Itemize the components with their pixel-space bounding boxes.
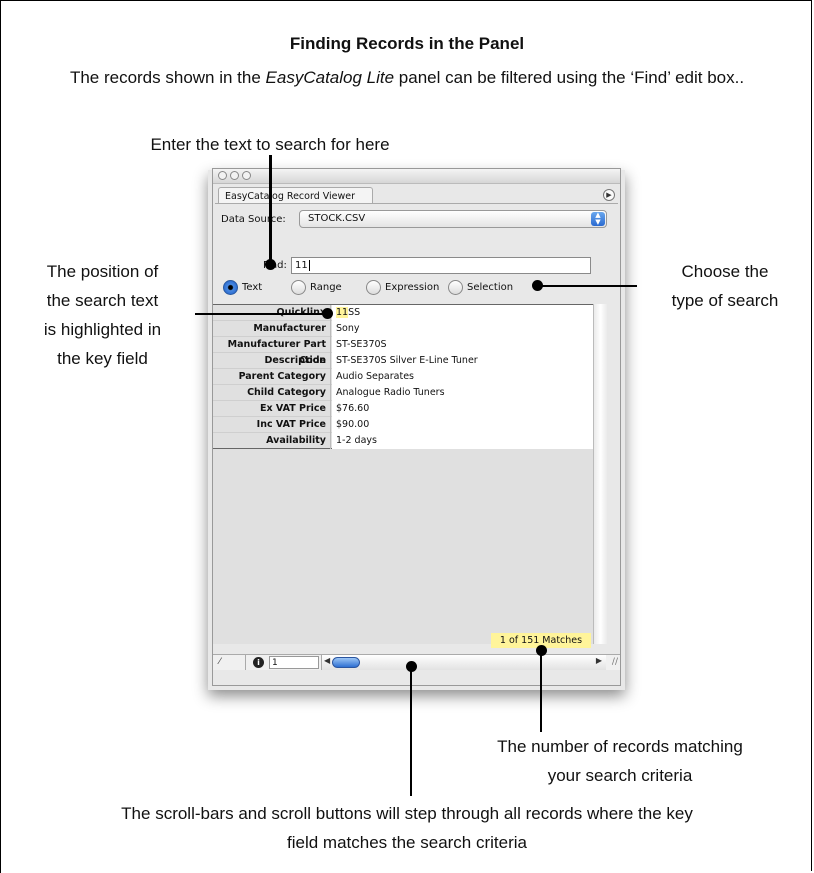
- leader-line-scroll: [410, 666, 412, 796]
- radio-expression[interactable]: [366, 280, 381, 295]
- field-value[interactable]: Sony: [332, 321, 593, 337]
- leader-dot-position: [322, 308, 333, 319]
- intro-part1: The records shown in the: [69, 68, 266, 87]
- annotation-choose-line1: Choose the: [681, 262, 769, 281]
- close-window-button[interactable]: [218, 171, 227, 180]
- data-source-value: STOCK.CSV: [308, 213, 366, 224]
- find-input-value: 11: [295, 260, 308, 271]
- annotation-scroll-line2: field matches the search criteria: [287, 833, 527, 852]
- radio-selection-label: Selection: [467, 282, 514, 293]
- resize-grip-icon[interactable]: ∕∕: [612, 657, 618, 667]
- leader-line-find: [269, 155, 272, 265]
- annotation-choose-line2: type of search: [671, 291, 779, 310]
- field-row-part-code: Manufacturer Part Code ST-SE370S: [213, 337, 593, 366]
- leader-dot-find: [265, 259, 276, 270]
- annotation-scroll-line1: The scroll-bars and scroll buttons will …: [121, 804, 693, 823]
- annotation-position-line4: the key field: [57, 349, 148, 368]
- chevron-updown-icon: ▲ ▼: [591, 212, 605, 226]
- annotation-number-line1: The number of records matching: [497, 737, 743, 756]
- field-value[interactable]: $90.00: [332, 417, 593, 433]
- field-value[interactable]: Audio Separates: [332, 369, 593, 385]
- field-value-rest: SS: [348, 307, 361, 318]
- record-viewer-panel: EasyCatalog Record Viewer ▶ Data Source:…: [212, 168, 621, 686]
- radio-selection[interactable]: [448, 280, 463, 295]
- field-key: Manufacturer Part Code: [213, 337, 331, 366]
- field-key: Description: [213, 353, 331, 369]
- field-row-availability: Availability 1-2 days: [213, 433, 593, 449]
- field-row-inc-vat-price: Inc VAT Price $90.00: [213, 417, 593, 433]
- search-highlight: 11: [336, 307, 349, 318]
- field-key: Child Category: [213, 385, 331, 401]
- field-key: Inc VAT Price: [213, 417, 331, 433]
- panel-menu-icon[interactable]: ▶: [603, 189, 615, 201]
- record-scrollbar[interactable]: ◀ ▶: [321, 655, 606, 670]
- edit-pencil-icon[interactable]: ⁄: [219, 655, 246, 670]
- panel-titlebar[interactable]: [213, 169, 620, 184]
- field-key: Parent Category: [213, 369, 331, 385]
- annotation-number-line2: your search criteria: [547, 766, 693, 785]
- annotation-position-line1: The position of: [46, 262, 159, 281]
- info-icon[interactable]: i: [253, 657, 264, 668]
- record-number-field[interactable]: 1: [269, 656, 319, 669]
- zoom-window-button[interactable]: [242, 171, 251, 180]
- intro-part2: panel can be filtered using the ‘Find’ e…: [394, 68, 745, 87]
- field-key: Ex VAT Price: [213, 401, 331, 417]
- radio-text-label: Text: [242, 282, 263, 293]
- leader-dot-type: [532, 280, 543, 291]
- find-input[interactable]: 11: [291, 257, 591, 274]
- radio-expression-label: Expression: [385, 282, 440, 293]
- scroll-thumb[interactable]: [332, 657, 360, 668]
- intro-text: The records shown in the EasyCatalog Lit…: [20, 63, 794, 92]
- field-row-parent-category: Parent Category Audio Separates: [213, 369, 593, 385]
- field-value[interactable]: 11SS: [332, 305, 593, 321]
- radio-range-label: Range: [310, 282, 342, 293]
- field-row-child-category: Child Category Analogue Radio Tuners: [213, 385, 593, 401]
- field-value[interactable]: ST-SE370S: [332, 337, 593, 353]
- record-fields-grid: Quicklinx 11SS Manufacturer Sony Manufac…: [213, 304, 593, 644]
- data-source-label: Data Source:: [221, 214, 286, 225]
- field-value[interactable]: ST-SE370S Silver E-Line Tuner: [332, 353, 593, 369]
- scroll-left-arrow-icon[interactable]: ◀: [324, 656, 330, 665]
- field-key: Manufacturer: [213, 321, 331, 337]
- annotation-position-line3: is highlighted in: [43, 320, 162, 339]
- data-source-select[interactable]: STOCK.CSV ▲ ▼: [299, 210, 607, 228]
- annotation-position: The position of the search text is highl…: [10, 257, 195, 373]
- leader-dot-matches: [536, 645, 547, 656]
- field-row-manufacturer: Manufacturer Sony: [213, 321, 593, 337]
- tab-divider: [215, 203, 618, 204]
- annotation-position-line2: the search text: [46, 291, 159, 310]
- radio-range[interactable]: [291, 280, 306, 295]
- tab-record-viewer[interactable]: EasyCatalog Record Viewer: [218, 187, 373, 204]
- field-value[interactable]: Analogue Radio Tuners: [332, 385, 593, 401]
- leader-line-position: [195, 313, 327, 315]
- page-title: Finding Records in the Panel: [289, 34, 525, 53]
- field-row-ex-vat-price: Ex VAT Price $76.60: [213, 401, 593, 417]
- field-value[interactable]: 1-2 days: [332, 433, 593, 449]
- field-value[interactable]: $76.60: [332, 401, 593, 417]
- scroll-right-arrow-icon[interactable]: ▶: [596, 656, 602, 665]
- field-row-description: Description ST-SE370S Silver E-Line Tune…: [213, 353, 593, 369]
- annotation-choose-type: Choose the type of search: [640, 257, 810, 315]
- field-key: Availability: [213, 433, 331, 449]
- radio-text[interactable]: [223, 280, 238, 295]
- leader-line-type: [536, 285, 637, 287]
- intro-product-name: EasyCatalog Lite: [265, 68, 395, 87]
- annotation-number-matching: The number of records matching your sear…: [430, 732, 810, 790]
- minimize-window-button[interactable]: [230, 171, 239, 180]
- annotation-scroll: The scroll-bars and scroll buttons will …: [10, 799, 804, 857]
- vertical-scrollbar[interactable]: [593, 304, 607, 644]
- leader-dot-scroll: [406, 661, 417, 672]
- leader-line-matches: [540, 650, 542, 732]
